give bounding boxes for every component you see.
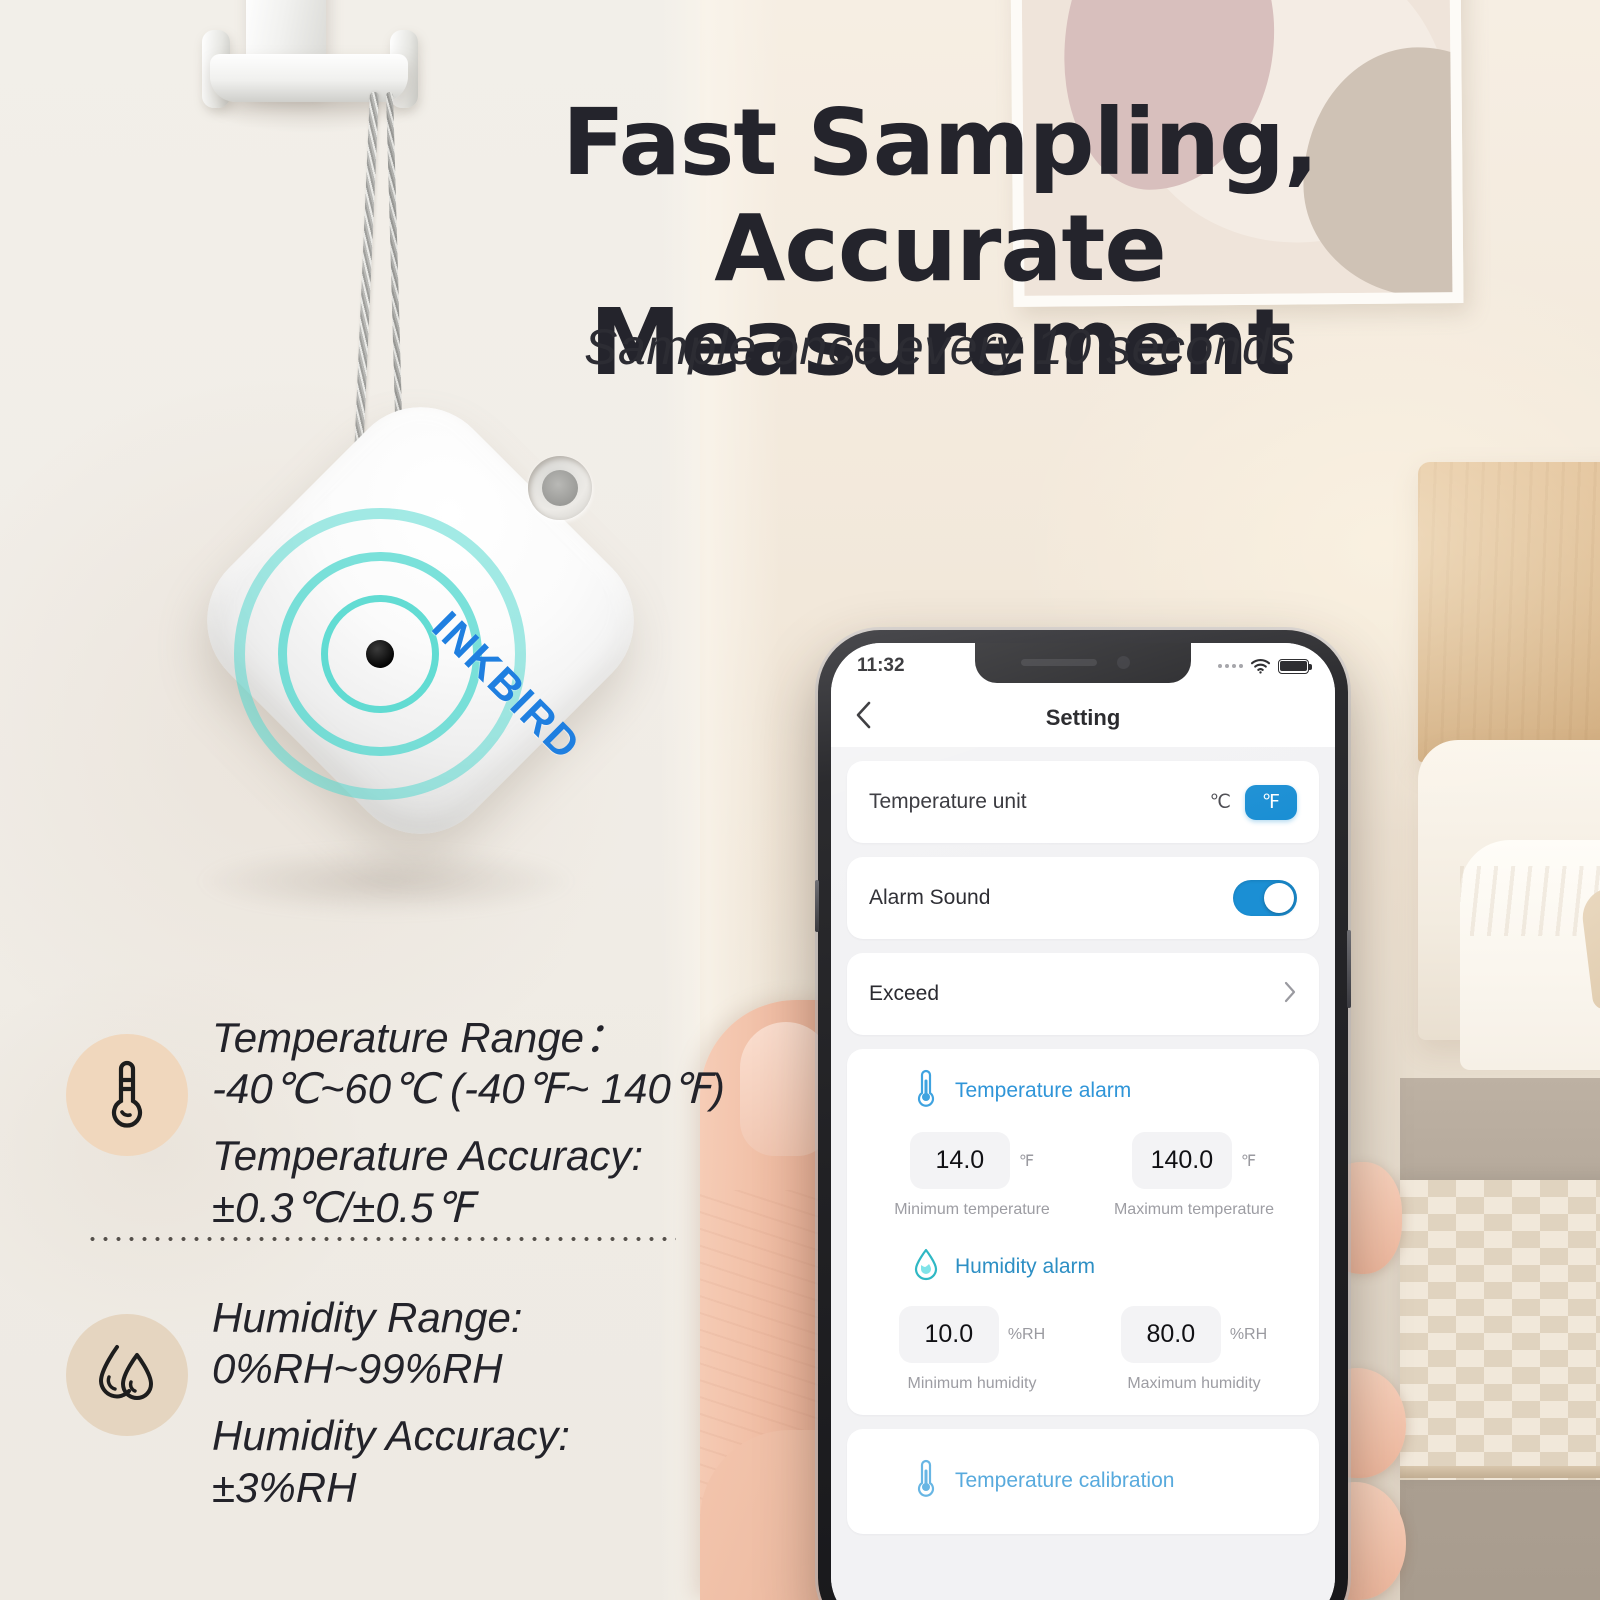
alarm-sound-toggle[interactable] [1233, 880, 1297, 916]
front-camera [1117, 656, 1130, 669]
chevron-left-icon[interactable] [855, 700, 872, 736]
phone-volume-button[interactable] [815, 880, 819, 932]
spec-line: ±3%RH [212, 1463, 357, 1511]
maximum-humidity-caption: Maximum humidity [1127, 1375, 1261, 1392]
exceed-card[interactable]: Exceed [847, 953, 1319, 1035]
inkbird-sensor: INKBIRD [176, 376, 665, 926]
signal-dots-icon [1218, 664, 1243, 668]
spec-line: ±0.3℃/±0.5℉ [212, 1183, 474, 1231]
maximum-temperature-unit: ℉ [1240, 1152, 1257, 1170]
spec-temperature: Temperature Range： -40℃~60℃ (-40℉~ 140℉)… [66, 1012, 725, 1233]
water-drop-icon [913, 1247, 939, 1286]
minimum-temperature-caption: Minimum temperature [894, 1201, 1050, 1218]
celsius-option[interactable]: ℃ [1210, 791, 1231, 814]
spec-temperature-text: Temperature Range： -40℃~60℃ (-40℉~ 140℉)… [212, 1012, 725, 1233]
spec-humidity-text: Humidity Range: 0%RH~99%RH Humidity Accu… [212, 1292, 570, 1513]
phone-power-button[interactable] [1347, 930, 1351, 1008]
throw-blanket [1579, 869, 1600, 1011]
alarm-sound-card[interactable]: Alarm Sound [847, 857, 1319, 939]
minimum-temperature-input[interactable]: 14.0 [909, 1132, 1010, 1189]
thermometer-icon [913, 1069, 939, 1112]
spec-line: -40℃~60℃ (-40℉~ 140℉) [212, 1065, 725, 1113]
minimum-temperature-unit: ℉ [1018, 1152, 1035, 1170]
minimum-humidity-input[interactable]: 10.0 [898, 1306, 999, 1363]
minimum-humidity-unit: %RH [1007, 1325, 1046, 1343]
earpiece-speaker [1021, 659, 1097, 666]
bed-headboard [1418, 462, 1600, 762]
smartphone: 11:32 Setting Temperature unit ℃ ℉ Alarm… [815, 630, 1351, 1600]
maximum-temperature-input[interactable]: 140.0 [1131, 1132, 1232, 1189]
toggle-knob [1264, 883, 1294, 913]
temperature-calibration-title: Temperature calibration [955, 1468, 1175, 1492]
maximum-humidity-field: 80.0 %RH Maximum humidity [1083, 1306, 1305, 1393]
thermometer-icon [913, 1459, 939, 1502]
sensor-aperture [366, 640, 394, 668]
wifi-icon [1250, 658, 1271, 674]
water-drops-icon [66, 1314, 188, 1436]
maximum-humidity-input[interactable]: 80.0 [1120, 1306, 1221, 1363]
temperature-alarm-card[interactable]: Temperature alarm 14.0 ℉ Minimum tempera… [847, 1049, 1319, 1415]
phone-notch [975, 643, 1191, 683]
fahrenheit-option[interactable]: ℉ [1244, 784, 1297, 820]
exceed-label: Exceed [869, 982, 940, 1005]
temperature-calibration-card[interactable]: Temperature calibration [847, 1429, 1319, 1534]
minimum-humidity-field: 10.0 %RH Minimum humidity [861, 1306, 1083, 1393]
page-title: Setting [1045, 705, 1121, 730]
battery-full-icon [1278, 658, 1312, 674]
spec-humidity: Humidity Range: 0%RH~99%RH Humidity Accu… [66, 1292, 570, 1513]
headline-line-1: Fast Sampling, [562, 89, 1319, 196]
status-time: 11:32 [857, 655, 905, 676]
checkered-rug [1400, 1180, 1600, 1480]
maximum-humidity-unit: %RH [1229, 1325, 1268, 1343]
spec-line: Humidity Accuracy: [212, 1412, 570, 1460]
thermometer-icon [66, 1034, 188, 1156]
minimum-temperature-field: 14.0 ℉ Minimum temperature [861, 1132, 1083, 1219]
alarm-sound-label: Alarm Sound [869, 886, 991, 909]
temperature-unit-card[interactable]: Temperature unit ℃ ℉ [847, 761, 1319, 843]
temperature-alarm-title: Temperature alarm [955, 1078, 1132, 1102]
spec-line: Humidity Range: [212, 1294, 523, 1341]
maximum-temperature-field: 140.0 ℉ Maximum temperature [1083, 1132, 1305, 1219]
subheadline: Sample once every 10 seconds [584, 319, 1296, 375]
sensor-cable-hole-inner [542, 470, 578, 506]
chevron-right-icon[interactable] [1283, 980, 1297, 1008]
minimum-humidity-caption: Minimum humidity [907, 1375, 1037, 1392]
spec-line: Temperature Range： [212, 1014, 627, 1061]
phone-screen: 11:32 Setting Temperature unit ℃ ℉ Alarm… [831, 643, 1335, 1600]
app-navbar: Setting [831, 689, 1335, 747]
mattress [1418, 740, 1600, 1040]
maximum-temperature-caption: Maximum temperature [1113, 1201, 1275, 1218]
blanket [1460, 840, 1600, 1070]
rug-edge [1400, 1466, 1600, 1478]
spec-line: Temperature Accuracy: [212, 1132, 644, 1180]
dotted-divider [86, 1236, 676, 1242]
floor [1400, 1078, 1600, 1600]
temperature-unit-label: Temperature unit [869, 790, 1027, 813]
spec-line: 0%RH~99%RH [212, 1345, 503, 1393]
humidity-alarm-title: Humidity alarm [955, 1254, 1096, 1278]
settings-list: Temperature unit ℃ ℉ Alarm Sound Exceed … [831, 747, 1335, 1600]
